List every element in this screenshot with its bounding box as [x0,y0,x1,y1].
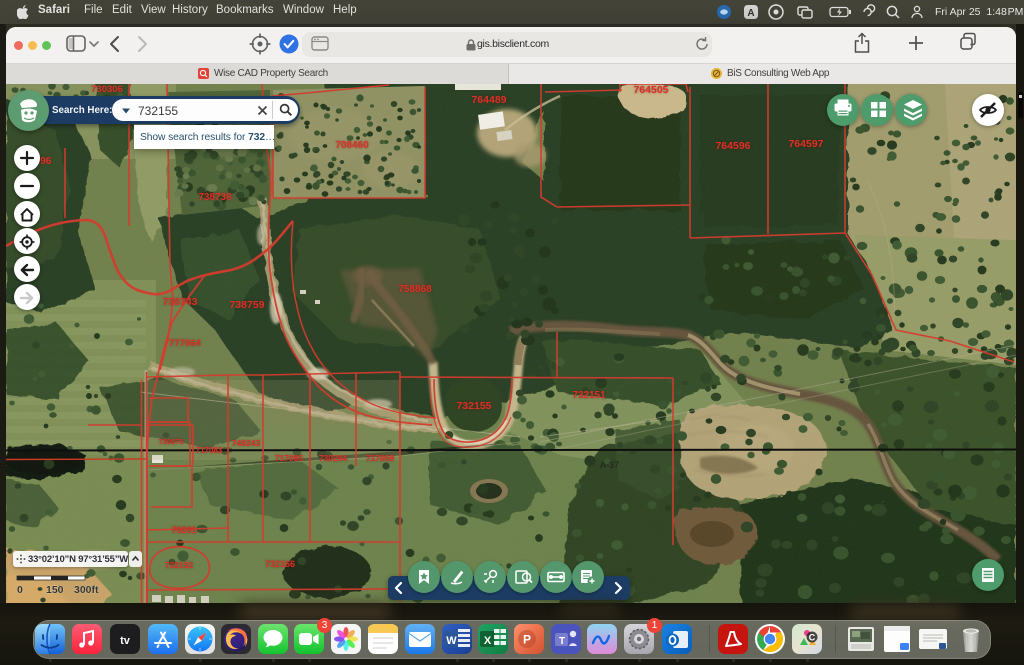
svg-text:717069: 717069 [366,453,395,463]
svg-text:tv: tv [120,635,131,647]
svg-text:764597: 764597 [788,138,823,150]
svg-text:A: A [747,8,754,19]
svg-text:777064: 777064 [169,338,201,349]
svg-text:0: 0 [17,584,23,596]
svg-text:758868: 758868 [398,284,432,295]
svg-text:717085: 717085 [275,453,304,463]
svg-text:730284: 730284 [319,453,348,463]
svg-text:X: X [484,635,492,647]
svg-text:W: W [446,635,457,647]
svg-text:730306: 730306 [91,84,123,95]
svg-text:738743: 738743 [162,296,197,308]
svg-text:P: P [523,633,531,647]
svg-text:748243: 748243 [232,438,261,448]
svg-text:738738: 738738 [198,192,232,203]
svg-text:C: C [809,633,816,643]
svg-text:732151: 732151 [572,390,606,401]
svg-text:150: 150 [46,584,64,596]
svg-text:A-37: A-37 [600,460,619,470]
svg-text:T: T [559,636,565,647]
svg-text:708460: 708460 [335,140,369,151]
svg-text:717083: 717083 [196,446,223,455]
svg-text:764505: 764505 [633,84,668,96]
svg-text:300ft: 300ft [74,584,99,596]
svg-text:764596: 764596 [715,140,750,152]
svg-text:732166: 732166 [265,559,295,569]
svg-text:738759: 738759 [229,299,264,311]
svg-text:732155: 732155 [456,400,491,412]
svg-text:732152: 732152 [165,560,194,570]
svg-text:730976: 730976 [158,437,183,446]
svg-text:70291: 70291 [171,525,196,535]
svg-text:764489: 764489 [471,94,506,106]
